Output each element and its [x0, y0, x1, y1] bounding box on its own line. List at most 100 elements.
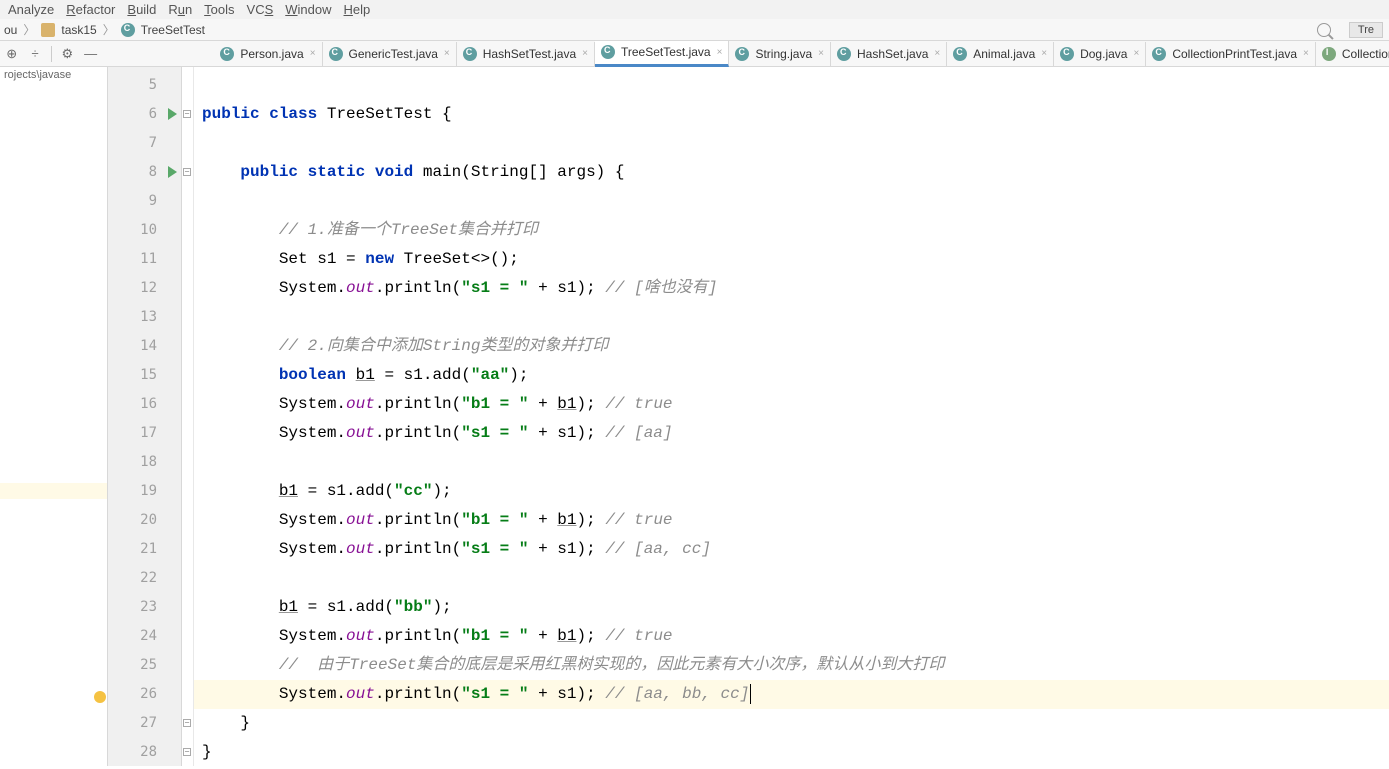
gutter-line[interactable]: 13: [108, 303, 181, 332]
code-line-6[interactable]: public class TreeSetTest {: [194, 100, 1389, 129]
close-icon[interactable]: ×: [1041, 48, 1047, 59]
editor-area: ⊕ ÷ ⚙ — Person.java×GenericTest.java×Has…: [108, 41, 1389, 766]
gutter-line[interactable]: 12: [108, 274, 181, 303]
gutter-line[interactable]: 8−: [108, 158, 181, 187]
menu-refactor[interactable]: Refactor: [66, 2, 115, 17]
code-line-17[interactable]: System.out.println("s1 = " + s1); // [aa…: [194, 419, 1389, 448]
gutter-line[interactable]: 17: [108, 419, 181, 448]
code-line-9[interactable]: [194, 187, 1389, 216]
gutter-line[interactable]: 18: [108, 448, 181, 477]
code-line-16[interactable]: System.out.println("b1 = " + b1); // tru…: [194, 390, 1389, 419]
code-line-13[interactable]: [194, 303, 1389, 332]
close-icon[interactable]: ×: [582, 48, 588, 59]
gutter-line[interactable]: 22: [108, 564, 181, 593]
target-icon[interactable]: ⊕: [4, 46, 19, 62]
gutter-line[interactable]: 5: [108, 71, 181, 100]
gutter-line[interactable]: 27−: [108, 709, 181, 738]
gutter-line[interactable]: 23: [108, 593, 181, 622]
breadcrumb-sep: 〉: [103, 21, 115, 38]
class-icon: [1152, 47, 1166, 61]
tab-collection-java[interactable]: Collection.java×: [1316, 42, 1389, 66]
code-line-25[interactable]: // 由于TreeSet集合的底层是采用红黑树实现的，因此元素有大小次序，默认从…: [194, 651, 1389, 680]
close-icon[interactable]: ×: [1303, 48, 1309, 59]
tab-string-java[interactable]: String.java ×: [729, 42, 831, 66]
code-line-18[interactable]: [194, 448, 1389, 477]
close-icon[interactable]: ×: [717, 47, 723, 58]
code-line-19[interactable]: b1 = s1.add("cc");: [194, 477, 1389, 506]
tab-hashsettest-java[interactable]: HashSetTest.java×: [457, 42, 595, 66]
menu-vcs[interactable]: VCS: [247, 2, 274, 17]
gear-icon[interactable]: ⚙: [60, 46, 75, 62]
tab-generictest-java[interactable]: GenericTest.java×: [323, 42, 457, 66]
gutter-line[interactable]: 9: [108, 187, 181, 216]
code-line-10[interactable]: // 1.准备一个TreeSet集合并打印: [194, 216, 1389, 245]
tab-animal-java[interactable]: Animal.java×: [947, 42, 1054, 66]
selected-file-item[interactable]: [0, 483, 107, 499]
gutter-line[interactable]: 11: [108, 245, 181, 274]
close-icon[interactable]: ×: [444, 48, 450, 59]
code-line-5[interactable]: [194, 71, 1389, 100]
menu-analyze[interactable]: Analyze: [8, 2, 54, 17]
code-line-23[interactable]: b1 = s1.add("bb");: [194, 593, 1389, 622]
code-line-26[interactable]: System.out.println("s1 = " + s1); // [aa…: [194, 680, 1389, 709]
fold-icon[interactable]: −: [183, 168, 191, 176]
gutter-line[interactable]: 14: [108, 332, 181, 361]
gutter-line[interactable]: 24: [108, 622, 181, 651]
collapse-icon[interactable]: —: [83, 46, 98, 62]
gutter-line[interactable]: 6−: [108, 100, 181, 129]
tab-label: String.java: [755, 47, 812, 61]
breadcrumb-part[interactable]: ou: [4, 23, 17, 37]
run-icon[interactable]: [168, 166, 177, 178]
fold-icon[interactable]: −: [183, 110, 191, 118]
tab-person-java[interactable]: Person.java×: [214, 42, 322, 66]
fold-icon[interactable]: −: [183, 719, 191, 727]
gutter-line[interactable]: 25: [108, 651, 181, 680]
close-icon[interactable]: ×: [1133, 48, 1139, 59]
code-line-8[interactable]: public static void main(String[] args) {: [194, 158, 1389, 187]
expand-icon[interactable]: ÷: [27, 46, 42, 62]
close-icon[interactable]: ×: [934, 48, 940, 59]
code-line-28[interactable]: }: [194, 738, 1389, 766]
tab-treesettest-java[interactable]: TreeSetTest.java×: [595, 41, 729, 67]
close-icon[interactable]: ×: [818, 48, 824, 59]
menu-tools[interactable]: Tools: [204, 2, 234, 17]
class-icon: [953, 47, 967, 61]
run-icon[interactable]: [168, 108, 177, 120]
code-line-22[interactable]: [194, 564, 1389, 593]
menu-run[interactable]: Run: [168, 2, 192, 17]
gutter-line[interactable]: 7: [108, 129, 181, 158]
search-icon[interactable]: [1317, 23, 1331, 37]
fold-icon[interactable]: −: [183, 748, 191, 756]
code-line-15[interactable]: boolean b1 = s1.add("aa");: [194, 361, 1389, 390]
breadcrumb-part[interactable]: TreeSetTest: [141, 23, 205, 37]
code-line-20[interactable]: System.out.println("b1 = " + b1); // tru…: [194, 506, 1389, 535]
menu-window[interactable]: Window: [285, 2, 331, 17]
code-body[interactable]: public class TreeSetTest { public static…: [194, 67, 1389, 766]
code-line-7[interactable]: [194, 129, 1389, 158]
gutter-line[interactable]: 10: [108, 216, 181, 245]
code-line-27[interactable]: }: [194, 709, 1389, 738]
gutter-line[interactable]: 28−: [108, 738, 181, 766]
tree-button[interactable]: Tre: [1349, 22, 1383, 38]
tab-collectionprinttest-java[interactable]: CollectionPrintTest.java×: [1146, 42, 1316, 66]
gutter-line[interactable]: 15: [108, 361, 181, 390]
gutter: 56−78−9101112131415161718192021222324252…: [108, 67, 182, 766]
gutter-line[interactable]: 21: [108, 535, 181, 564]
gutter-line[interactable]: 26: [108, 680, 181, 709]
code-line-24[interactable]: System.out.println("b1 = " + b1); // tru…: [194, 622, 1389, 651]
code-line-21[interactable]: System.out.println("s1 = " + s1); // [aa…: [194, 535, 1389, 564]
tab-hashset-java[interactable]: HashSet.java×: [831, 42, 947, 66]
editor-toolbar: ⊕ ÷ ⚙ — Person.java×GenericTest.java×Has…: [0, 41, 1389, 67]
breadcrumb-part[interactable]: task15: [61, 23, 96, 37]
close-icon[interactable]: ×: [310, 48, 316, 59]
gutter-line[interactable]: 19: [108, 477, 181, 506]
tab-dog-java[interactable]: Dog.java×: [1054, 42, 1146, 66]
code-line-12[interactable]: System.out.println("s1 = " + s1); // [啥也…: [194, 274, 1389, 303]
intention-bulb-icon[interactable]: [94, 691, 106, 703]
code-line-11[interactable]: Set s1 = new TreeSet<>();: [194, 245, 1389, 274]
menu-build[interactable]: Build: [127, 2, 156, 17]
gutter-line[interactable]: 16: [108, 390, 181, 419]
gutter-line[interactable]: 20: [108, 506, 181, 535]
code-line-14[interactable]: // 2.向集合中添加String类型的对象并打印: [194, 332, 1389, 361]
menu-help[interactable]: Help: [344, 2, 371, 17]
